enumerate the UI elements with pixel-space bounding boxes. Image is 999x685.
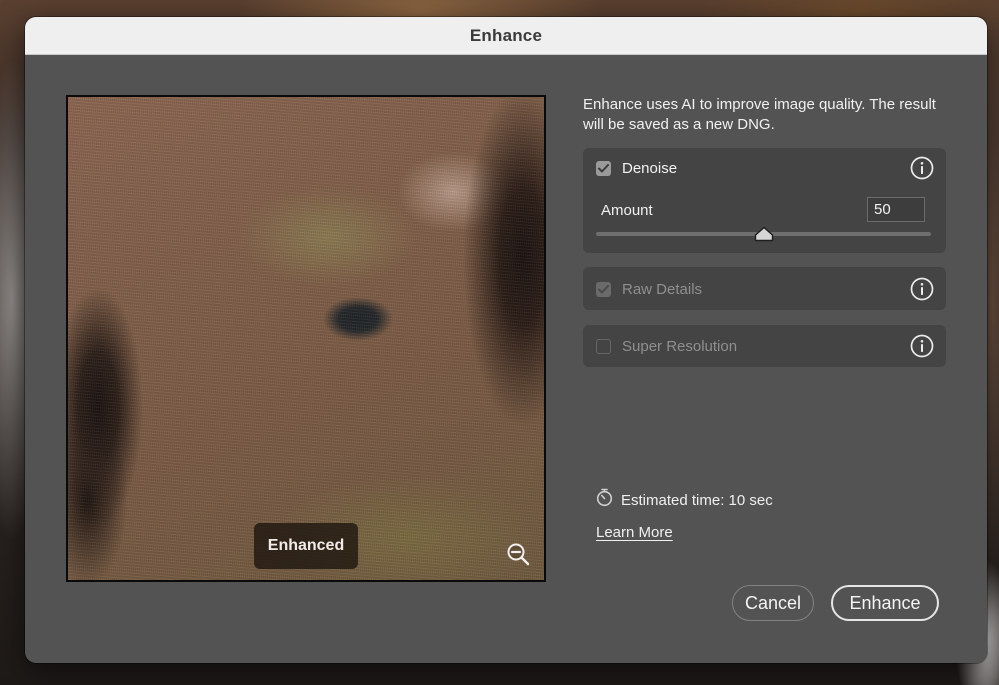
- raw-details-option[interactable]: Raw Details: [596, 281, 702, 298]
- preview-badge: Enhanced: [254, 523, 358, 569]
- enhance-dialog: Enhance Enhanced Enhance uses AI to impr…: [25, 17, 987, 663]
- options-panel: Enhance uses AI to improve image quality…: [583, 95, 947, 367]
- raw-details-checkbox[interactable]: [596, 282, 611, 297]
- cancel-button[interactable]: Cancel: [732, 585, 814, 621]
- denoise-card: Denoise Amount: [583, 148, 946, 253]
- amount-input[interactable]: [867, 197, 925, 222]
- denoise-label: Denoise: [622, 160, 678, 177]
- super-resolution-option[interactable]: Super Resolution: [596, 338, 737, 355]
- super-resolution-card: Super Resolution: [583, 325, 946, 367]
- estimated-time: Estimated time: 10 sec: [596, 488, 773, 512]
- checkmark-icon: [598, 285, 609, 294]
- enhance-button[interactable]: Enhance: [831, 585, 939, 621]
- dialog-title: Enhance: [469, 25, 543, 45]
- raw-details-info-icon[interactable]: [910, 277, 934, 301]
- amount-label: Amount: [601, 202, 653, 219]
- denoise-checkbox[interactable]: [596, 161, 611, 176]
- dialog-titlebar: Enhance: [25, 17, 987, 55]
- denoise-info-icon[interactable]: [910, 156, 934, 180]
- super-resolution-label: Super Resolution: [622, 338, 738, 355]
- super-resolution-info-icon[interactable]: [910, 334, 934, 358]
- image-preview[interactable]: Enhanced: [66, 95, 546, 582]
- stopwatch-icon: [596, 488, 613, 512]
- description-text: Enhance uses AI to improve image quality…: [583, 96, 936, 133]
- raw-details-label: Raw Details: [622, 281, 703, 298]
- super-resolution-checkbox[interactable]: [596, 339, 611, 354]
- denoise-option[interactable]: Denoise: [596, 160, 677, 177]
- slider-thumb[interactable]: [754, 226, 774, 242]
- estimated-time-text: Estimated time: 10 sec: [621, 491, 773, 509]
- learn-more-link[interactable]: Learn More: [596, 524, 673, 541]
- amount-slider[interactable]: [596, 226, 931, 242]
- zoom-out-icon[interactable]: [506, 542, 532, 568]
- raw-details-card: Raw Details: [583, 267, 946, 310]
- checkmark-icon: [598, 164, 609, 173]
